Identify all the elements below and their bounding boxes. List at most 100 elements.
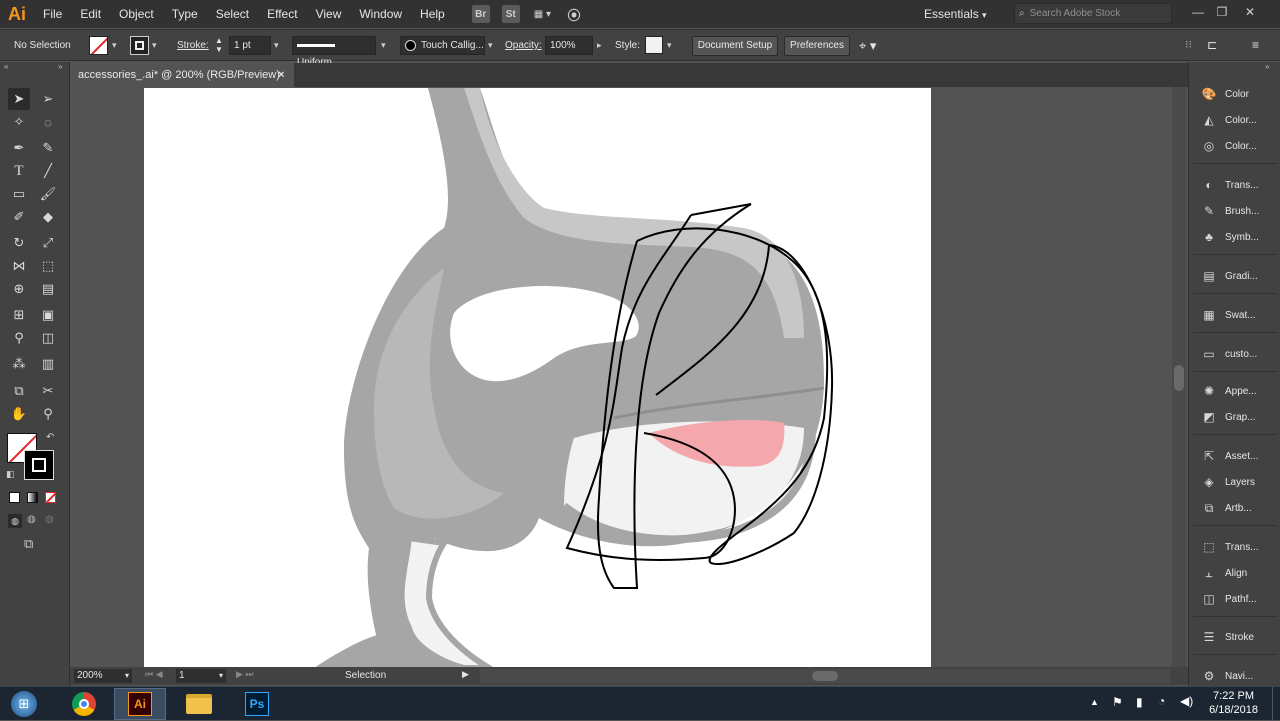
stock-button[interactable]: St [501, 5, 520, 23]
collapse-icon[interactable]: « [4, 62, 8, 71]
mesh-tool-icon[interactable]: ⊞ [8, 304, 30, 326]
taskbar-chrome[interactable] [58, 688, 110, 720]
slice-tool-icon[interactable]: ✂ [37, 380, 59, 402]
arrange-documents-icon[interactable]: ▦ ▾ [532, 5, 553, 23]
taskbar-illustrator[interactable]: Ai [114, 688, 166, 720]
swap-fill-stroke-icon[interactable]: ↶ [46, 432, 54, 443]
type-tool-icon[interactable]: T [8, 160, 30, 182]
panel-pathfinder[interactable]: ◫ Pathf... [1189, 586, 1280, 612]
opacity-field[interactable]: 100% [545, 36, 593, 55]
draw-behind-icon[interactable]: ◍ [27, 514, 36, 525]
variable-width-profile[interactable]: Uniform [292, 36, 376, 68]
panel-asset-export[interactable]: ⇱ Asset... [1189, 443, 1280, 469]
stroke-stepper-icon[interactable]: ▲ ▼ [215, 36, 223, 55]
curvature-tool-icon[interactable]: ✎ [37, 137, 59, 159]
panel-color-guide[interactable]: ◭ Color... [1189, 107, 1280, 133]
menu-window[interactable]: Window [350, 0, 411, 28]
screen-mode-icon[interactable]: ⧉ [24, 536, 33, 552]
tray-expand-icon[interactable]: ▲ [1090, 697, 1099, 707]
collapse-icon[interactable]: » [1265, 62, 1269, 71]
hand-tool-icon[interactable]: ✋ [8, 403, 30, 425]
horizontal-scrollbar[interactable] [480, 669, 1170, 683]
shaper-tool-icon[interactable]: ✐ [8, 206, 30, 228]
magic-wand-tool-icon[interactable]: ✧ [8, 111, 30, 133]
artboard[interactable] [144, 88, 931, 667]
default-fill-stroke-icon[interactable]: ◧ [6, 469, 15, 480]
stroke-label[interactable]: Stroke: [177, 36, 209, 55]
workspace-switcher[interactable]: Essentials ▾ [924, 4, 987, 24]
panel-color[interactable]: 🎨 Color [1189, 81, 1280, 107]
column-graph-tool-icon[interactable]: ▥ [37, 353, 59, 375]
menu-help[interactable]: Help [411, 0, 454, 28]
eyedropper-tool-icon[interactable]: ⚲ [8, 327, 30, 349]
gradient-tool-icon[interactable]: ▣ [37, 304, 59, 326]
blend-tool-icon[interactable]: ◫ [37, 327, 59, 349]
artboard-tool-icon[interactable]: ⧉ [8, 380, 30, 402]
taskbar-photoshop[interactable]: Ps [231, 688, 283, 720]
none-mode-icon[interactable] [45, 492, 56, 503]
arrange-icon[interactable]: ⌖ ▾ [859, 36, 876, 55]
panel-custom-library[interactable]: ▭ custo... [1189, 341, 1280, 367]
pen-tool-icon[interactable]: ✒ [8, 137, 30, 159]
paintbrush-tool-icon[interactable]: 🖌 [37, 183, 59, 205]
align-icon[interactable]: ⁝⁝ [1185, 36, 1192, 55]
menu-select[interactable]: Select [207, 0, 258, 28]
chevron-right-icon[interactable]: ▶ [462, 669, 469, 680]
stroke-weight-field[interactable]: 1 pt [229, 36, 271, 55]
panel-artboards[interactable]: ⧉ Artb... [1189, 495, 1280, 521]
opacity-label[interactable]: Opacity: [505, 36, 542, 55]
panel-gradient[interactable]: ▤ Gradi... [1189, 263, 1280, 289]
gpu-performance-icon[interactable]: ⦿ [565, 5, 583, 23]
volume-icon[interactable]: ◀) [1180, 694, 1193, 708]
gradient-mode-icon[interactable] [27, 492, 38, 503]
restore-icon[interactable]: ❐ [1212, 2, 1232, 22]
start-button[interactable]: ⊞ [4, 689, 44, 719]
panel-align[interactable]: ⫠ Align [1189, 560, 1280, 586]
canvas-area[interactable] [70, 87, 1188, 667]
chevron-down-icon[interactable]: ▾ [381, 36, 386, 55]
network-icon[interactable]: ⚑ [1112, 695, 1123, 709]
panel-brushes[interactable]: ✎ Brush... [1189, 198, 1280, 224]
close-tab-icon[interactable]: × [278, 63, 284, 87]
menu-file[interactable]: File [34, 0, 71, 28]
document-setup-button[interactable]: Document Setup [692, 36, 778, 56]
style-swatch[interactable] [645, 36, 663, 54]
selection-tool-icon[interactable]: ➤ [8, 88, 30, 110]
scale-tool-icon[interactable]: ⤢ [37, 232, 59, 254]
show-desktop-button[interactable] [1272, 687, 1280, 721]
perspective-grid-tool-icon[interactable]: ▤ [37, 278, 59, 300]
rectangle-tool-icon[interactable]: ▭ [8, 183, 30, 205]
panel-layers[interactable]: ◈ Layers [1189, 469, 1280, 495]
system-clock[interactable]: 7:22 PM 6/18/2018 [1209, 689, 1258, 717]
transform-icon[interactable]: ⊏ [1207, 36, 1217, 55]
collapse-icon[interactable]: » [58, 62, 62, 71]
chevron-down-icon[interactable]: ▾ [152, 36, 157, 55]
menu-edit[interactable]: Edit [71, 0, 110, 28]
panel-menu-icon[interactable]: ≡ [1252, 36, 1259, 55]
taskbar-file-explorer[interactable] [173, 688, 225, 720]
free-transform-tool-icon[interactable]: ⬚ [37, 255, 59, 277]
panel-swatches[interactable]: ▦ Swat... [1189, 302, 1280, 328]
document-tab[interactable]: accessories_.ai* @ 200% (RGB/Preview) [70, 63, 294, 87]
chevron-down-icon[interactable]: ▾ [274, 36, 279, 55]
panel-stroke[interactable]: ☰ Stroke [1189, 624, 1280, 650]
menu-effect[interactable]: Effect [258, 0, 306, 28]
scroll-thumb[interactable] [812, 671, 838, 681]
artboard-number-field[interactable]: 1 ▾ [176, 669, 226, 683]
chevron-down-icon[interactable]: ▾ [112, 36, 117, 55]
panel-symbols[interactable]: ♣ Symb... [1189, 224, 1280, 250]
stroke-color-swatch[interactable] [24, 450, 54, 480]
chevron-down-icon[interactable]: ▾ [667, 36, 672, 55]
panel-color-themes[interactable]: ◎ Color... [1189, 133, 1280, 159]
rotate-tool-icon[interactable]: ↻ [8, 232, 30, 254]
stock-search-input[interactable]: ⌕ Search Adobe Stock [1014, 3, 1172, 24]
menu-object[interactable]: Object [110, 0, 163, 28]
panel-graphic-styles[interactable]: ◩ Grap... [1189, 404, 1280, 430]
zoom-tool-icon[interactable]: ⚲ [37, 403, 59, 425]
draw-normal-icon[interactable]: ◍ [8, 514, 22, 528]
scroll-thumb[interactable] [1174, 365, 1184, 391]
lasso-tool-icon[interactable]: ◌ [37, 111, 59, 133]
battery-icon[interactable]: ▮ [1136, 695, 1143, 709]
direct-selection-tool-icon[interactable]: ➢ [37, 88, 59, 110]
chevron-down-icon[interactable]: ▾ [488, 36, 493, 55]
